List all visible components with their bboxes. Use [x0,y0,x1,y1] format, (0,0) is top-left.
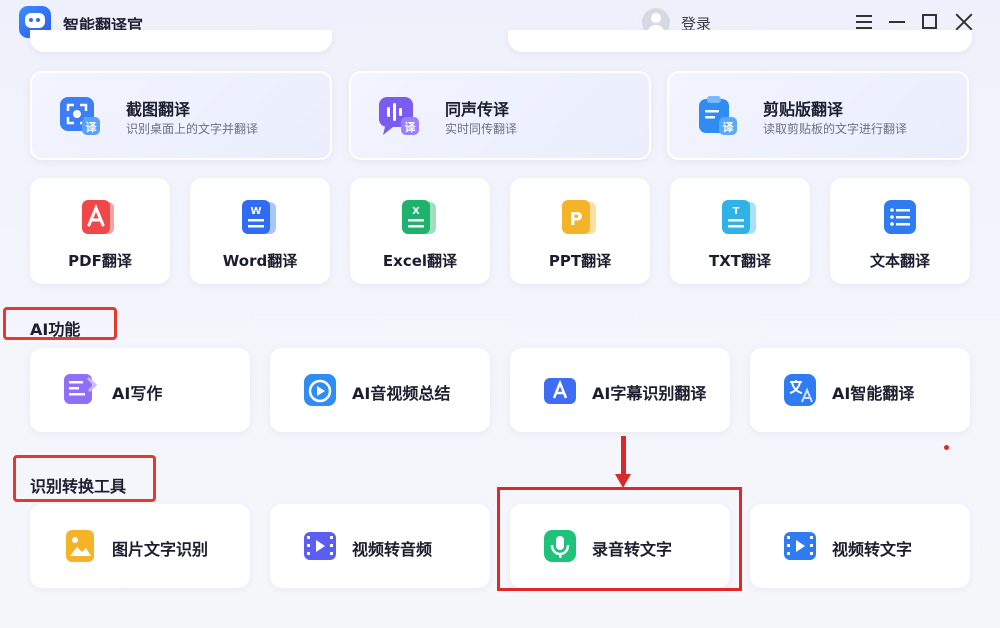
tool-card-label: 视频转文字 [832,540,913,559]
simultaneous-interpretation-card[interactable]: 译 同声传译 实时同传翻译 [349,71,651,160]
text-translate-card[interactable]: 文本翻译 [830,178,970,284]
feature-subtitle: 识别桌面上的文字并翻译 [126,122,259,136]
word-icon: W [242,200,276,234]
doc-card-label: Excel翻译 [382,252,458,270]
pdf-icon [82,200,114,234]
ai-writing-icon [64,374,98,404]
video-to-text-card[interactable]: 视频转文字 [750,504,970,588]
screenshot-translate-card[interactable]: 译 截图翻译 识别桌面上的文字并翻译 [30,71,332,160]
scrolled-card-right [508,30,972,52]
doc-card-label: PPT翻译 [548,252,612,270]
tool-card-label: 图片文字识别 [112,540,209,559]
clipboard-translate-card[interactable]: 译 剪贴版翻译 读取剪贴板的文字进行翻译 [667,71,969,160]
scrolled-card-left [30,30,332,52]
ai-translate-icon [784,374,816,406]
ppt-icon: P [562,200,596,234]
pdf-translate-card[interactable]: PDF翻译 [30,178,170,284]
clipboard-translate-icon: 译 [699,96,737,135]
annotation-highlight-record-to-text [497,487,742,591]
annotation-arrow-head [615,474,631,488]
doc-card-label: Word翻译 [222,252,298,270]
tool-card-label: AI写作 [112,384,163,403]
txt-glyph: T [733,206,740,217]
translate-badge: 译 [86,121,98,134]
tool-card-label: AI智能翻译 [832,384,915,403]
translate-badge: 译 [405,121,417,134]
feature-title: 剪贴版翻译 [763,100,844,119]
ai-subtitle-icon [544,378,576,404]
tool-card-label: 视频转音频 [352,540,433,559]
excel-icon: X [402,200,436,234]
ai-translate-card[interactable]: AI智能翻译 [750,348,970,432]
simultaneous-interpretation-icon: 译 [379,97,419,135]
video-to-text-icon [784,532,816,560]
ppt-translate-card[interactable]: P PPT翻译 [510,178,650,284]
annotation-dot [944,445,949,450]
tool-card-label: AI音视频总结 [352,384,451,403]
ai-subtitle-card[interactable]: AI字幕识别翻译 [510,348,730,432]
excel-glyph: X [412,206,420,217]
feature-subtitle: 实时同传翻译 [445,122,518,136]
txt-icon: T [722,200,756,234]
doc-card-label: 文本翻译 [869,252,930,270]
ai-av-summary-card[interactable]: AI音视频总结 [270,348,490,432]
translate-badge: 译 [723,121,735,134]
video-to-audio-icon [304,532,336,560]
doc-card-label: TXT翻译 [708,252,772,270]
ppt-glyph: P [569,209,582,230]
excel-translate-card[interactable]: X Excel翻译 [350,178,490,284]
image-ocr-card[interactable]: 图片文字识别 [30,504,250,588]
text-icon [884,200,916,234]
video-to-audio-card[interactable]: 视频转音频 [270,504,490,588]
image-ocr-icon [66,530,94,562]
word-translate-card[interactable]: W Word翻译 [190,178,330,284]
section-title-ai: AI功能 [30,320,81,339]
word-glyph: W [250,206,261,217]
screenshot-translate-icon: 译 [60,97,100,135]
feature-title: 截图翻译 [126,100,191,119]
ai-av-summary-icon [304,374,336,406]
doc-card-label: PDF翻译 [68,252,132,270]
section-title-tools: 识别转换工具 [30,477,127,496]
tool-card-label: AI字幕识别翻译 [592,384,707,403]
ai-writing-card[interactable]: AI写作 [30,348,250,432]
annotation-arrow-line [621,436,626,476]
txt-translate-card[interactable]: T TXT翻译 [670,178,810,284]
feature-subtitle: 读取剪贴板的文字进行翻译 [763,122,908,136]
feature-title: 同声传译 [445,100,510,119]
